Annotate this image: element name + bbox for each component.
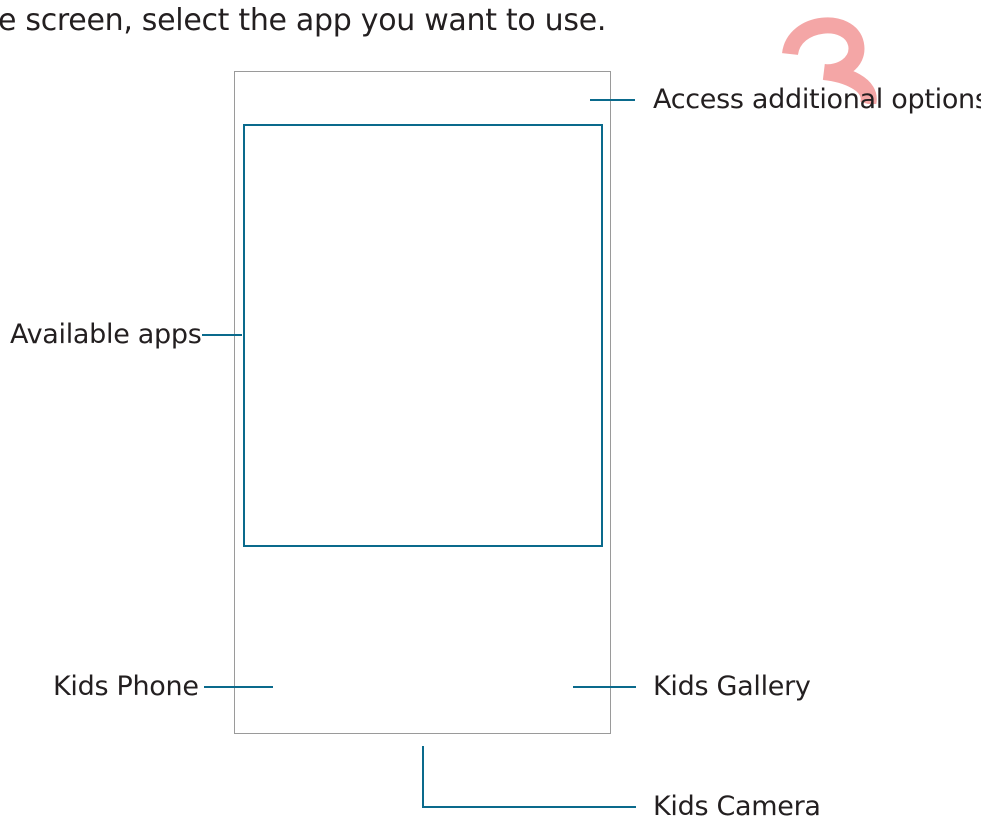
label-kids-gallery: Kids Gallery — [653, 671, 811, 702]
label-access-additional-options: Access additional options. — [653, 84, 981, 115]
callout-line-available-apps — [202, 334, 242, 336]
callout-line-kids-phone — [204, 686, 273, 688]
callout-line-kids-camera-horizontal — [422, 806, 636, 808]
label-kids-phone: Kids Phone — [53, 671, 199, 702]
callout-line-options — [590, 99, 635, 101]
available-apps-area — [243, 124, 603, 547]
label-available-apps: Available apps — [10, 319, 202, 350]
label-kids-camera: Kids Camera — [653, 791, 821, 822]
intro-text: e screen, select the app you want to use… — [0, 3, 607, 38]
callout-line-kids-gallery — [573, 686, 636, 688]
callout-line-kids-camera-vertical — [422, 746, 424, 808]
